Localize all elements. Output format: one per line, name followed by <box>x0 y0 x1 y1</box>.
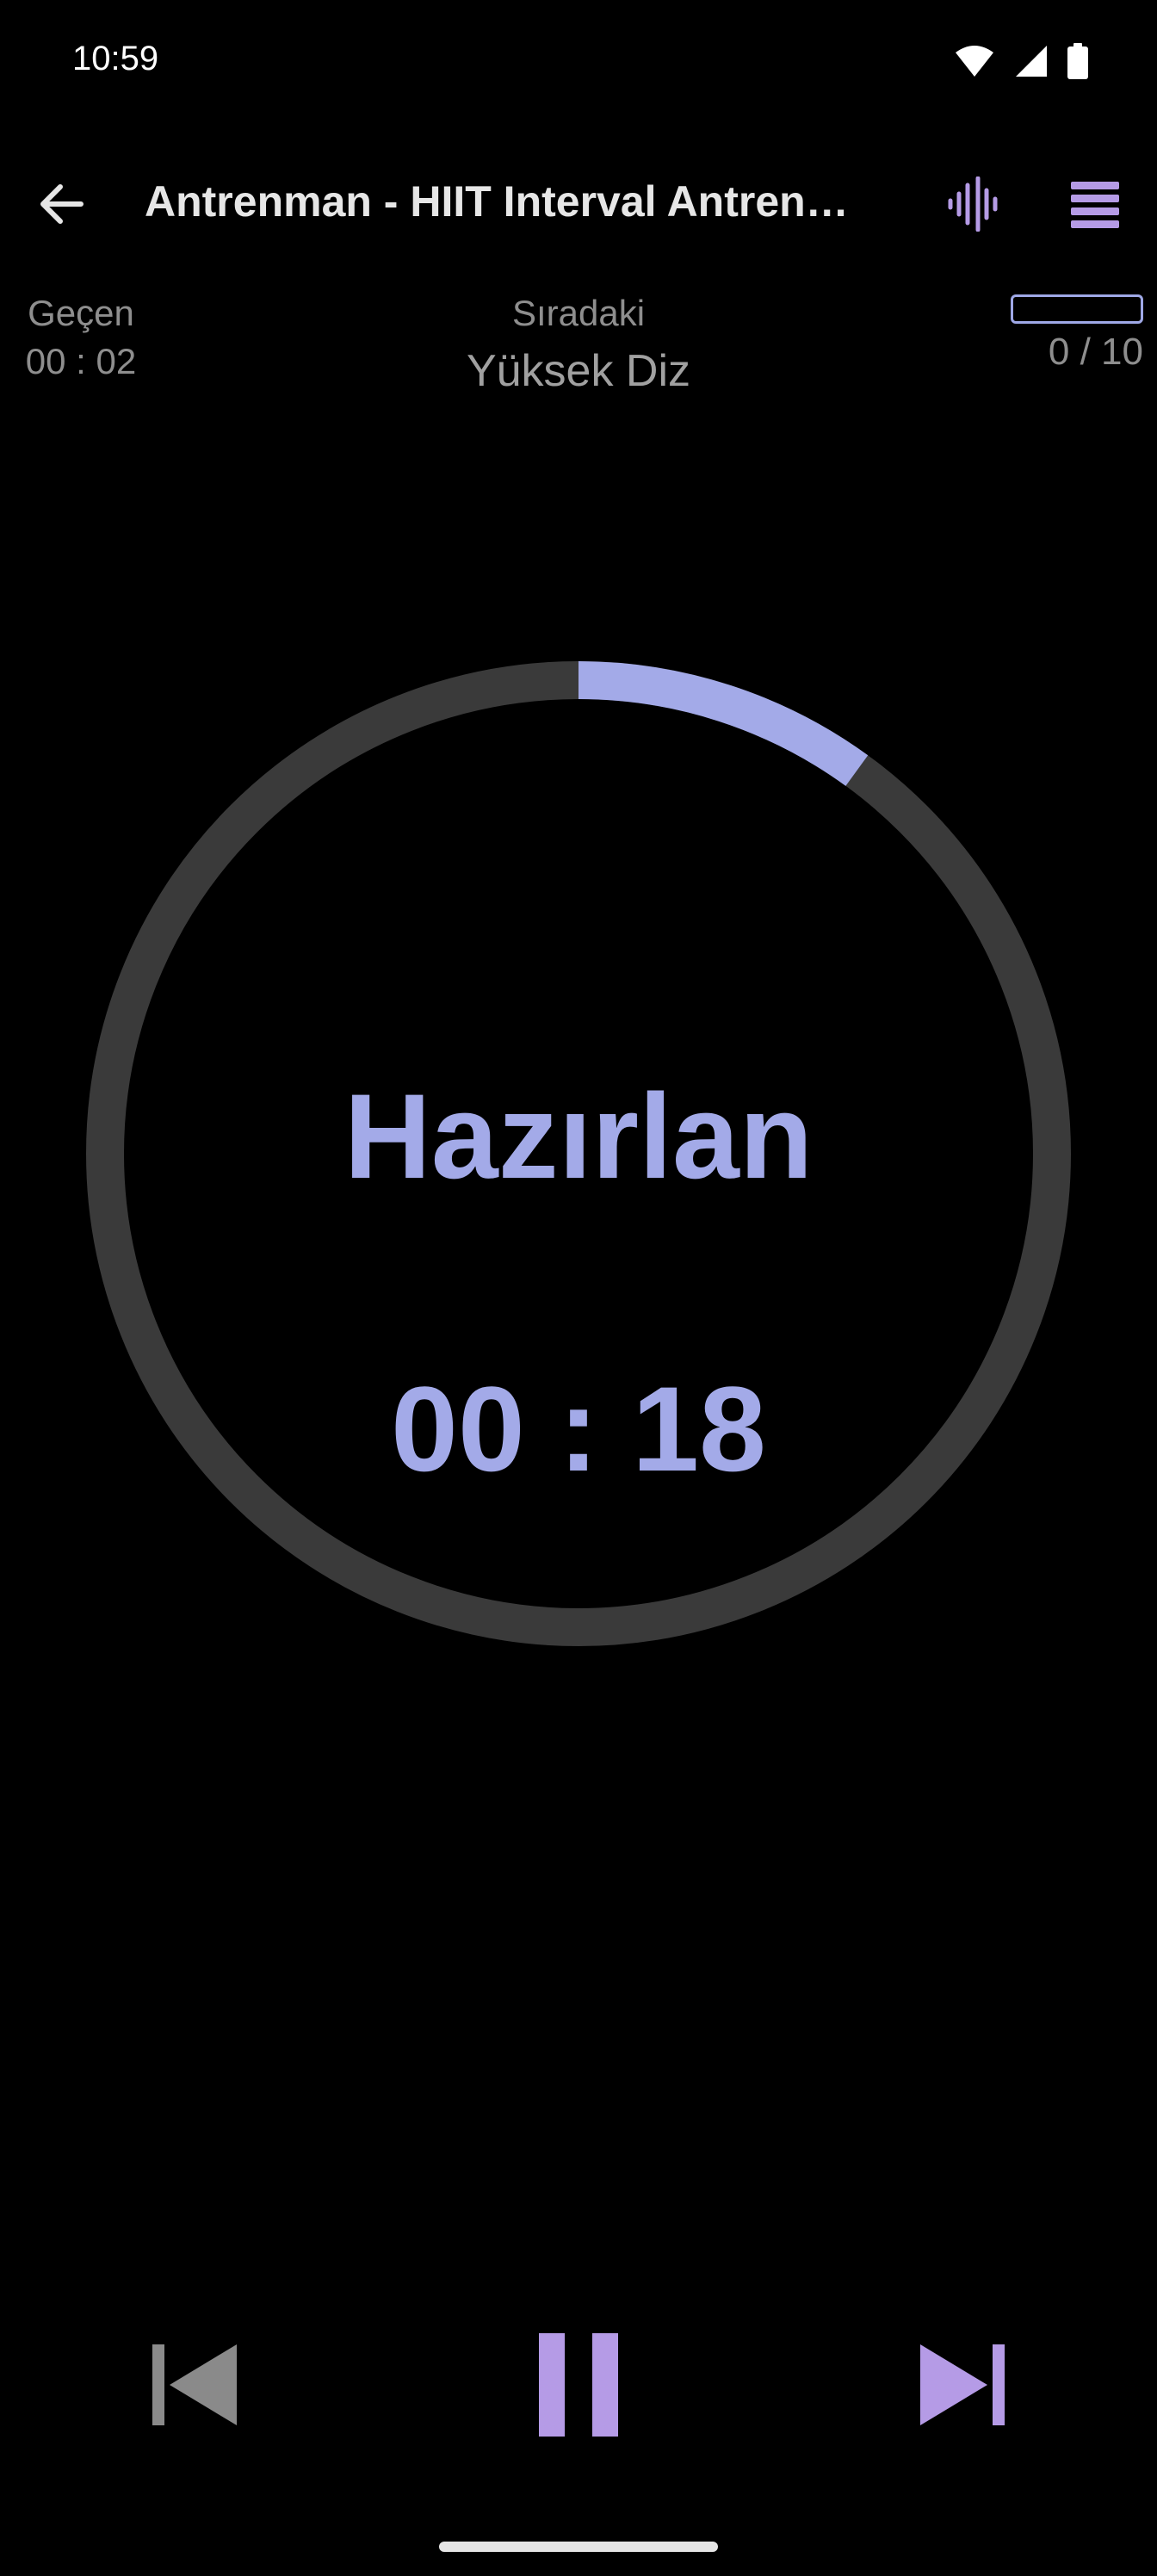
page-title: Antrenman - HIIT Interval Antrenmanı <box>145 177 868 226</box>
elapsed-value: 00 : 02 <box>25 341 137 381</box>
list-icon <box>1071 182 1119 228</box>
exercise-list-button[interactable] <box>1059 168 1131 240</box>
battery-icon <box>1067 43 1088 84</box>
status-time: 10:59 <box>72 40 159 77</box>
progress-block: 0 / 10 <box>1005 294 1143 374</box>
exercise-progress-bar <box>1011 294 1143 324</box>
next-exercise-name: Yüksek Diz <box>466 346 691 396</box>
previous-button[interactable] <box>133 2325 253 2445</box>
progress-count: 0 / 10 <box>1048 331 1143 373</box>
phase-label: Hazırlan <box>343 1068 814 1204</box>
skip-next-icon <box>920 2344 1005 2425</box>
next-label: Sıradaki <box>511 293 646 333</box>
status-icons <box>954 43 1088 84</box>
workout-timer-screen: 10:59 Antrenman - HIIT Interval Antrenma… <box>0 0 1157 2576</box>
next-exercise-block: Sıradaki Yüksek Diz <box>320 289 837 405</box>
home-indicator[interactable] <box>439 2542 718 2552</box>
signal-icon <box>1014 44 1049 83</box>
status-bar: 10:59 <box>0 0 1157 129</box>
elapsed-label: Geçen <box>28 293 134 333</box>
back-button[interactable] <box>26 168 98 240</box>
next-button[interactable] <box>904 2325 1024 2445</box>
sound-wave-icon <box>948 176 998 232</box>
countdown-timer: 00 : 18 <box>391 1361 766 1496</box>
app-bar: Antrenman - HIIT Interval Antrenmanı <box>0 159 1157 245</box>
sound-button[interactable] <box>938 168 1007 240</box>
elapsed-block: Geçen 00 : 02 <box>12 289 150 386</box>
arrow-left-icon <box>40 184 84 224</box>
wifi-icon <box>954 44 995 83</box>
skip-previous-icon <box>152 2344 237 2425</box>
pause-button[interactable] <box>518 2325 639 2445</box>
pause-icon <box>539 2333 618 2437</box>
